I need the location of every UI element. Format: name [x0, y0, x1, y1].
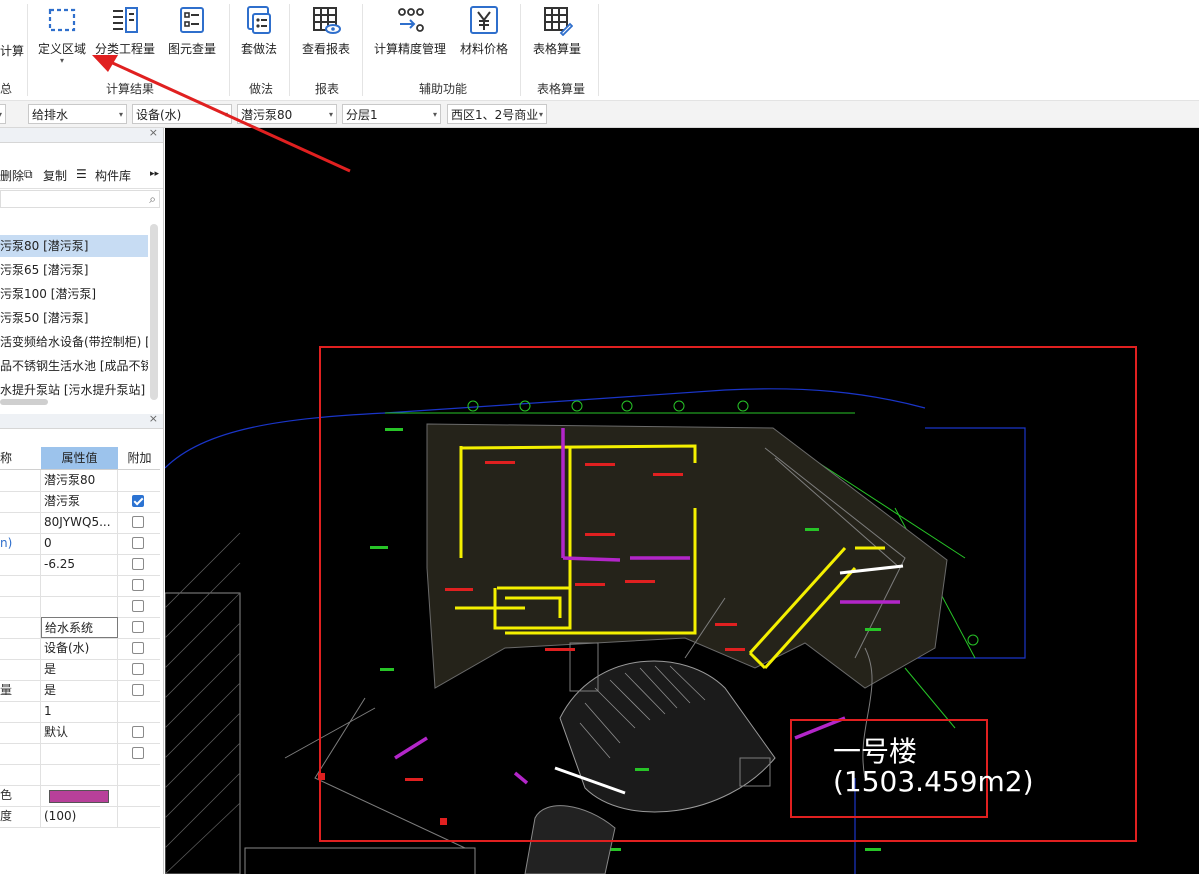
red-pointer-arrow-icon — [92, 55, 351, 173]
